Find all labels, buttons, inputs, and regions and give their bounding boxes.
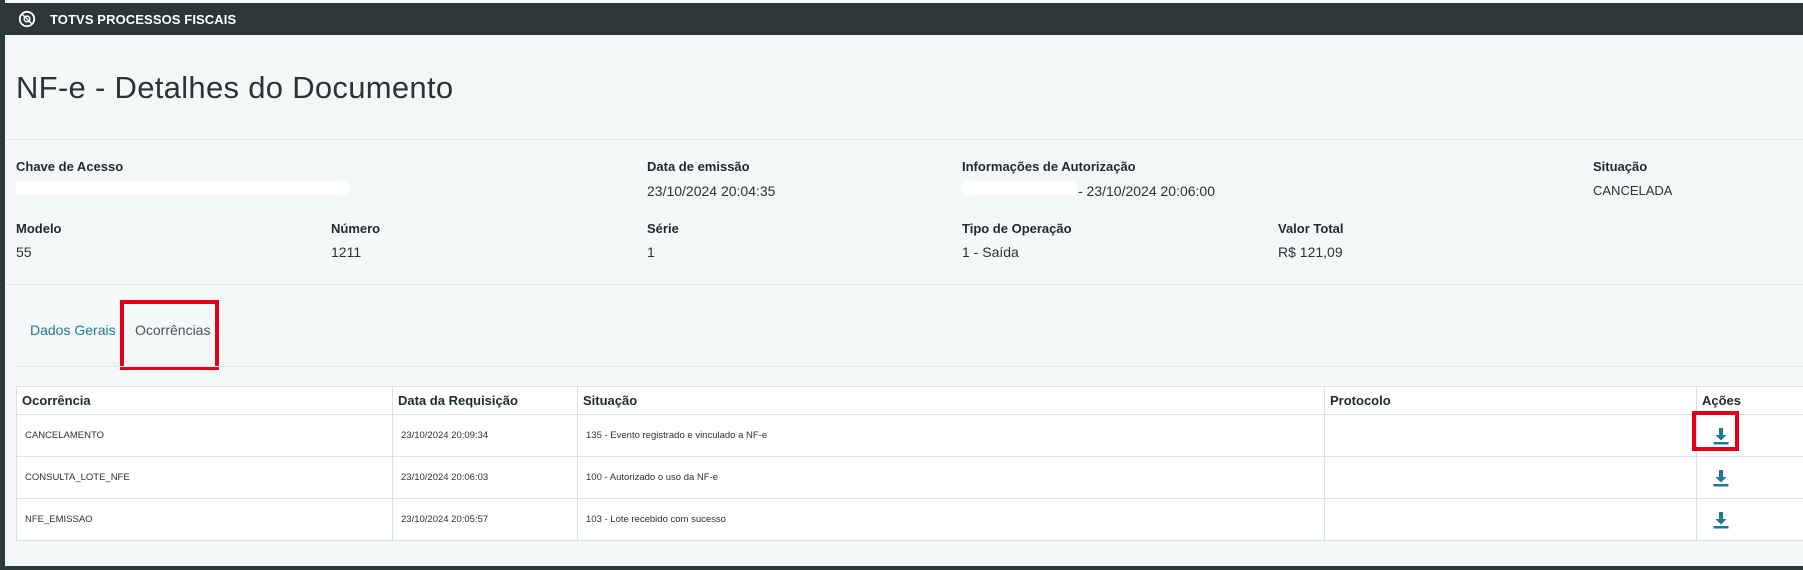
chave-acesso-value-redacted (16, 181, 349, 195)
divider (16, 366, 1803, 367)
numero-label: Número (331, 221, 381, 236)
download-icon[interactable] (1711, 510, 1731, 530)
cell-protocolo (1324, 498, 1697, 541)
cell-acoes (1696, 456, 1803, 499)
download-icon[interactable] (1711, 468, 1731, 488)
cell-protocolo (1324, 414, 1697, 457)
cell-situacao: 103 - Lote recebido com sucesso (577, 498, 1325, 541)
serie-value: 1 (647, 244, 655, 260)
top-bar: TOTVS PROCESSOS FISCAIS (5, 3, 1803, 35)
tipo-operacao-value: 1 - Saída (962, 244, 1019, 260)
window-bottom-border (0, 566, 1803, 570)
tab-dados-gerais[interactable]: Dados Gerais (30, 322, 116, 338)
cell-acoes (1696, 498, 1803, 541)
modelo-value: 55 (16, 244, 32, 260)
cell-situacao: 135 - Evento registrado e vinculado a NF… (577, 414, 1325, 457)
info-autorizacao-label: Informações de Autorização (962, 159, 1136, 174)
cell-data-requisicao: 23/10/2024 20:05:57 (392, 498, 578, 541)
info-autorizacao-value: - 23/10/2024 20:06:00 (1078, 183, 1216, 199)
column-header-data-requisicao[interactable]: Data da Requisição (392, 386, 578, 415)
table-row: NFE_EMISSAO 23/10/2024 20:05:57 103 - Lo… (16, 498, 1803, 541)
column-header-protocolo[interactable]: Protocolo (1324, 386, 1697, 415)
situacao-label: Situação (1593, 159, 1648, 174)
column-header-situacao[interactable]: Situação (577, 386, 1325, 415)
totvs-logo-icon (18, 10, 36, 28)
cell-data-requisicao: 23/10/2024 20:09:34 (392, 414, 578, 457)
numero-value: 1211 (331, 244, 362, 260)
table-row: CONSULTA_LOTE_NFE 23/10/2024 20:06:03 10… (16, 456, 1803, 499)
tab-highlight-box (120, 300, 219, 370)
protocolo-autorizacao-redacted (962, 181, 1077, 195)
cell-protocolo (1324, 456, 1697, 499)
tipo-operacao-label: Tipo de Operação (962, 221, 1072, 236)
modelo-label: Modelo (16, 221, 62, 236)
table-header-row: Ocorrência Data da Requisição Situação P… (16, 386, 1803, 415)
download-highlight-box (1692, 411, 1739, 451)
chave-acesso-label: Chave de Acesso (16, 159, 124, 174)
page-title: NF-e - Detalhes do Documento (16, 70, 454, 105)
window-left-border (0, 0, 5, 570)
column-header-ocorrencia[interactable]: Ocorrência (16, 386, 393, 415)
divider (5, 139, 1803, 140)
cell-ocorrencia: NFE_EMISSAO (16, 498, 393, 541)
data-emissao-value: 23/10/2024 20:04:35 (647, 183, 776, 199)
cell-data-requisicao: 23/10/2024 20:06:03 (392, 456, 578, 499)
table-row: CANCELAMENTO 23/10/2024 20:09:34 135 - E… (16, 414, 1803, 457)
app-title: TOTVS PROCESSOS FISCAIS (50, 11, 237, 27)
divider (5, 284, 1803, 285)
valor-total-label: Valor Total (1278, 221, 1344, 236)
serie-label: Série (647, 221, 679, 236)
data-emissao-label: Data de emissão (647, 159, 750, 174)
cell-situacao: 100 - Autorizado o uso da NF-e (577, 456, 1325, 499)
valor-total-value: R$ 121,09 (1278, 244, 1343, 260)
cell-ocorrencia: CONSULTA_LOTE_NFE (16, 456, 393, 499)
ocorrencias-table: Ocorrência Data da Requisição Situação P… (16, 386, 1803, 541)
app-window: TOTVS PROCESSOS FISCAIS NF-e - Detalhes … (0, 0, 1803, 570)
cell-ocorrencia: CANCELAMENTO (16, 414, 393, 457)
situacao-value: CANCELADA (1593, 183, 1673, 198)
